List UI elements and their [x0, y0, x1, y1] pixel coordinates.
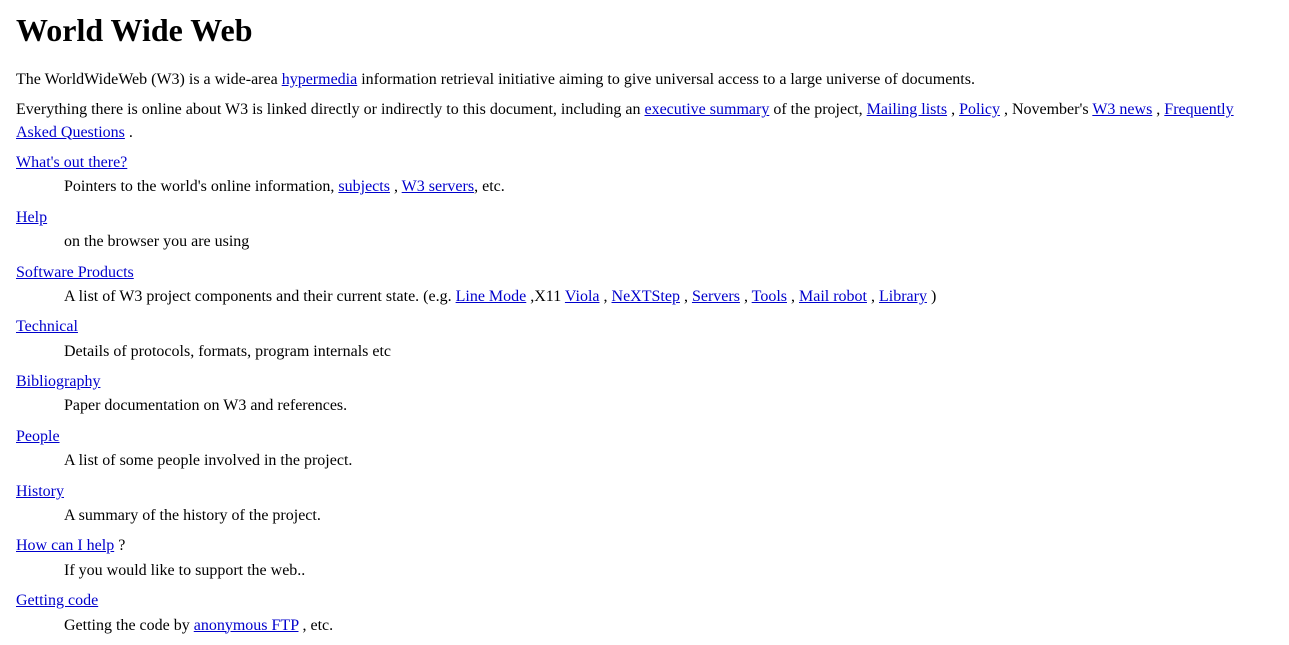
- line-mode-link[interactable]: Line Mode: [456, 288, 527, 305]
- section-getting-code: Getting code Getting the code by anonymo…: [16, 590, 1273, 637]
- technical-link[interactable]: Technical: [16, 316, 1273, 338]
- whats-out-there-desc: Pointers to the world's online informati…: [64, 176, 1273, 198]
- subjects-link[interactable]: subjects: [338, 178, 390, 195]
- how-can-i-help-link[interactable]: How can I help: [16, 537, 114, 554]
- people-desc: A list of some people involved in the pr…: [64, 450, 1273, 472]
- history-link[interactable]: History: [16, 481, 1273, 503]
- bibliography-desc: Paper documentation on W3 and references…: [64, 395, 1273, 417]
- viola-link[interactable]: Viola: [565, 288, 600, 305]
- section-people: People A list of some people involved in…: [16, 426, 1273, 473]
- software-products-desc: A list of W3 project components and thei…: [64, 286, 1273, 308]
- technical-desc: Details of protocols, formats, program i…: [64, 341, 1273, 363]
- getting-code-link[interactable]: Getting code: [16, 590, 1273, 612]
- software-products-link[interactable]: Software Products: [16, 262, 1273, 284]
- hypermedia-link[interactable]: hypermedia: [282, 71, 358, 88]
- section-software-products: Software Products A list of W3 project c…: [16, 262, 1273, 309]
- help-link[interactable]: Help: [16, 207, 1273, 229]
- library-link[interactable]: Library: [879, 288, 927, 305]
- intro-paragraph-1: The WorldWideWeb (W3) is a wide-area hyp…: [16, 69, 1273, 91]
- how-can-i-help-desc: If you would like to support the web..: [64, 560, 1273, 582]
- policy-link[interactable]: Policy: [959, 101, 1000, 118]
- intro2-mid-text: of the project,: [773, 101, 866, 118]
- intro2-start-text: Everything there is online about W3 is l…: [16, 101, 640, 118]
- sections-container: What's out there? Pointers to the world'…: [16, 152, 1273, 637]
- whats-out-there-link[interactable]: What's out there?: [16, 152, 1273, 174]
- how-can-i-help-suffix: ?: [118, 537, 125, 554]
- getting-code-desc: Getting the code by anonymous FTP , etc.: [64, 615, 1273, 637]
- mailing-lists-link[interactable]: Mailing lists: [867, 101, 947, 118]
- history-desc: A summary of the history of the project.: [64, 505, 1273, 527]
- page-title: World Wide Web: [16, 8, 1273, 53]
- servers-link[interactable]: Servers: [692, 288, 740, 305]
- intro1-cont-text: information retrieval initiative aiming …: [361, 71, 975, 88]
- section-bibliography: Bibliography Paper documentation on W3 a…: [16, 371, 1273, 418]
- section-history: History A summary of the history of the …: [16, 481, 1273, 528]
- intro2-end-text: , November's: [1004, 101, 1092, 118]
- intro2-comma: ,: [951, 101, 959, 118]
- intro1-text: The WorldWideWeb (W3) is a wide-area: [16, 71, 278, 88]
- section-how-can-i-help: How can I help ? If you would like to su…: [16, 535, 1273, 582]
- help-desc: on the browser you are using: [64, 231, 1273, 253]
- section-technical: Technical Details of protocols, formats,…: [16, 316, 1273, 363]
- executive-summary-link[interactable]: executive summary: [644, 101, 769, 118]
- nextstep-link[interactable]: NeXTStep: [612, 288, 680, 305]
- w3-servers-link[interactable]: W3 servers: [402, 178, 474, 195]
- anonymous-ftp-link[interactable]: anonymous FTP: [194, 617, 299, 634]
- intro-paragraph-2: Everything there is online about W3 is l…: [16, 99, 1273, 144]
- tools-link[interactable]: Tools: [752, 288, 787, 305]
- people-link[interactable]: People: [16, 426, 1273, 448]
- section-help: Help on the browser you are using: [16, 207, 1273, 254]
- w3-news-link[interactable]: W3 news: [1092, 101, 1152, 118]
- section-whats-out-there: What's out there? Pointers to the world'…: [16, 152, 1273, 199]
- mail-robot-link[interactable]: Mail robot: [799, 288, 867, 305]
- how-can-i-help-wrapper: How can I help ?: [16, 535, 1273, 557]
- bibliography-link[interactable]: Bibliography: [16, 371, 1273, 393]
- intro2-final-text: .: [129, 124, 133, 141]
